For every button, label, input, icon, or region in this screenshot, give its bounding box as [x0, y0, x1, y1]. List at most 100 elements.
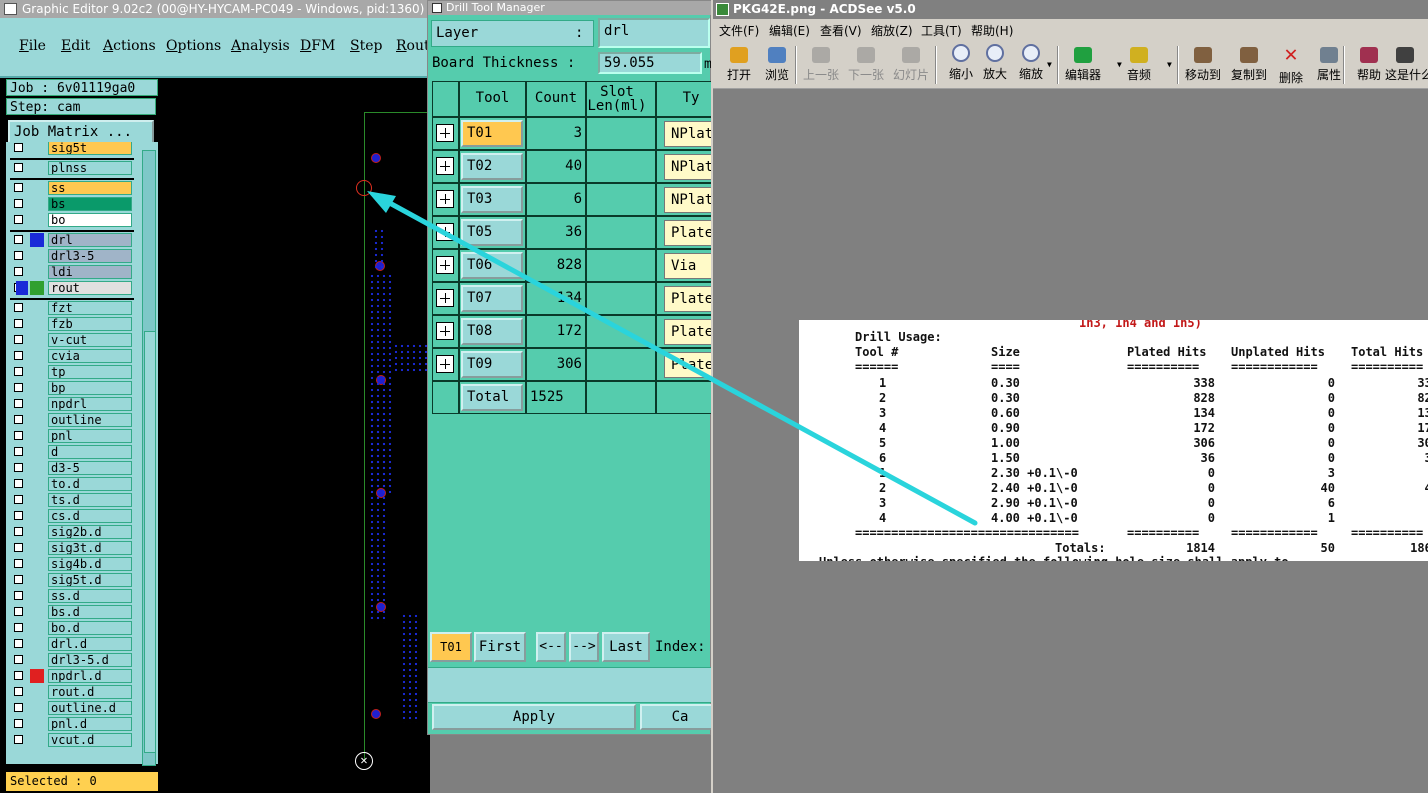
menu-rout[interactable]: Rout	[396, 38, 430, 54]
toolbar-browse-button[interactable]: 浏览	[757, 44, 797, 86]
layer-checkbox[interactable]	[14, 447, 23, 456]
layer-checkbox[interactable]	[14, 143, 23, 152]
toolbar-zoom-button[interactable]: 缩放	[1011, 44, 1051, 86]
layer-name[interactable]: tp	[48, 365, 132, 379]
layer-checkbox[interactable]	[14, 703, 23, 712]
menu-options[interactable]: Options	[166, 38, 221, 54]
layer-checkbox[interactable]	[14, 735, 23, 744]
layer-name[interactable]: ldi	[48, 265, 132, 279]
dropdown-arrow-icon[interactable]: ▼	[1167, 60, 1172, 69]
job-matrix-button[interactable]: Job Matrix ...	[8, 120, 154, 144]
layer-checkbox[interactable]	[14, 575, 23, 584]
menu-file[interactable]: 文件(F)	[719, 22, 759, 39]
cancel-button[interactable]: Ca	[640, 704, 720, 730]
layer-checkbox[interactable]	[14, 235, 23, 244]
layer-name[interactable]: vcut.d	[48, 733, 132, 747]
layer-checkbox[interactable]	[14, 431, 23, 440]
layer-name[interactable]: fzb	[48, 317, 132, 331]
menu-step[interactable]: Step	[350, 38, 382, 54]
layer-name[interactable]: cvia	[48, 349, 132, 363]
layer-checkbox[interactable]	[14, 527, 23, 536]
board-thickness-field[interactable]: 59.055	[598, 52, 702, 74]
layer-checkbox[interactable]	[14, 399, 23, 408]
layer-name[interactable]: d3-5	[48, 461, 132, 475]
tool-button[interactable]: T08	[461, 318, 523, 345]
layer-name[interactable]: drl3-5	[48, 249, 132, 263]
scrollbar-thumb[interactable]	[144, 331, 156, 753]
layer-name[interactable]: drl.d	[48, 637, 132, 651]
layer-checkbox[interactable]	[14, 607, 23, 616]
next-button[interactable]: -->	[569, 632, 599, 662]
layer-name[interactable]: cs.d	[48, 509, 132, 523]
layer-checkbox[interactable]	[14, 719, 23, 728]
menu-tools[interactable]: 工具(T)	[921, 22, 962, 39]
layer-name[interactable]: sig5t.d	[48, 573, 132, 587]
layer-name[interactable]: plnss	[48, 161, 132, 175]
layer-checkbox[interactable]	[14, 383, 23, 392]
layer-name[interactable]: drl3-5.d	[48, 653, 132, 667]
layer-field[interactable]: drl	[598, 18, 710, 48]
layer-name[interactable]: sig2b.d	[48, 525, 132, 539]
toolbar-delete-button[interactable]: ✕ 删除	[1271, 44, 1311, 86]
drill-tool-manager-titlebar[interactable]: Drill Tool Manager	[428, 1, 712, 15]
menu-edit[interactable]: 编辑(E)	[769, 22, 810, 39]
dropdown-arrow-icon[interactable]: ▼	[1117, 60, 1122, 69]
layer-checkbox[interactable]	[14, 543, 23, 552]
tool-button[interactable]: T07	[461, 285, 523, 312]
expand-tool-button[interactable]	[436, 190, 454, 208]
menu-zoom[interactable]: 缩放(Z)	[871, 22, 913, 39]
layer-checkbox[interactable]	[14, 671, 23, 680]
layer-checkbox[interactable]	[14, 183, 23, 192]
layer-name[interactable]: npdrl	[48, 397, 132, 411]
layer-checkbox[interactable]	[14, 463, 23, 472]
layer-name[interactable]: pnl.d	[48, 717, 132, 731]
layer-name[interactable]: bs.d	[48, 605, 132, 619]
layer-name[interactable]: rout.d	[48, 685, 132, 699]
layer-checkbox[interactable]	[14, 215, 23, 224]
toolbar-open-folder-button[interactable]: 打开	[719, 44, 759, 86]
layer-checkbox[interactable]	[14, 479, 23, 488]
expand-tool-button[interactable]	[436, 256, 454, 274]
layer-name[interactable]: bs	[48, 197, 132, 211]
layer-name[interactable]: outline	[48, 413, 132, 427]
layer-checkbox[interactable]	[14, 655, 23, 664]
menu-edit[interactable]: Edit	[61, 38, 90, 54]
toolbar-audio-button[interactable]: 音频	[1119, 44, 1159, 86]
toolbar-editor-button[interactable]: 编辑器	[1063, 44, 1103, 86]
apply-button[interactable]: Apply	[432, 704, 636, 730]
layer-checkbox[interactable]	[14, 495, 23, 504]
tool-button[interactable]: T01	[461, 120, 523, 147]
menu-dfm[interactable]: DFM	[300, 38, 335, 54]
close-icon[interactable]	[432, 3, 442, 13]
toolbar-zoom-in-button[interactable]: 放大	[975, 44, 1015, 86]
expand-tool-button[interactable]	[436, 289, 454, 307]
layer-checkbox[interactable]	[14, 687, 23, 696]
layer-name[interactable]: bo.d	[48, 621, 132, 635]
menu-view[interactable]: 查看(V)	[820, 22, 862, 39]
layer-name[interactable]: ss.d	[48, 589, 132, 603]
layer-checkbox[interactable]	[14, 415, 23, 424]
expand-tool-button[interactable]	[436, 322, 454, 340]
graphic-editor-titlebar[interactable]: Graphic Editor 9.02c2 (00@HY-HYCAM-PC049…	[0, 0, 430, 18]
toolbar-whats-this-button[interactable]: 这是什么	[1385, 44, 1428, 86]
layer-checkbox[interactable]	[14, 623, 23, 632]
menu-file[interactable]: File	[19, 38, 46, 54]
layer-name[interactable]: to.d	[48, 477, 132, 491]
dropdown-arrow-icon[interactable]: ▼	[1047, 60, 1052, 69]
layer-checkbox[interactable]	[14, 351, 23, 360]
acdsee-titlebar[interactable]: PKG42E.png - ACDSee v5.0	[713, 0, 1428, 19]
layer-list-scrollbar[interactable]	[142, 150, 156, 766]
layer-name[interactable]: drl	[48, 233, 132, 247]
tool-button[interactable]: T09	[461, 351, 523, 378]
tool-button[interactable]: T06	[461, 252, 523, 279]
menu-analysis[interactable]: Analysis	[231, 38, 290, 54]
layer-checkbox[interactable]	[14, 559, 23, 568]
first-button[interactable]: First	[474, 632, 526, 662]
expand-tool-button[interactable]	[436, 157, 454, 175]
menu-actions[interactable]: Actions	[103, 38, 156, 54]
layer-name[interactable]: bo	[48, 213, 132, 227]
layer-name[interactable]: npdrl.d	[48, 669, 132, 683]
layer-name[interactable]: sig4b.d	[48, 557, 132, 571]
layer-name[interactable]: sig3t.d	[48, 541, 132, 555]
layer-name[interactable]: bp	[48, 381, 132, 395]
